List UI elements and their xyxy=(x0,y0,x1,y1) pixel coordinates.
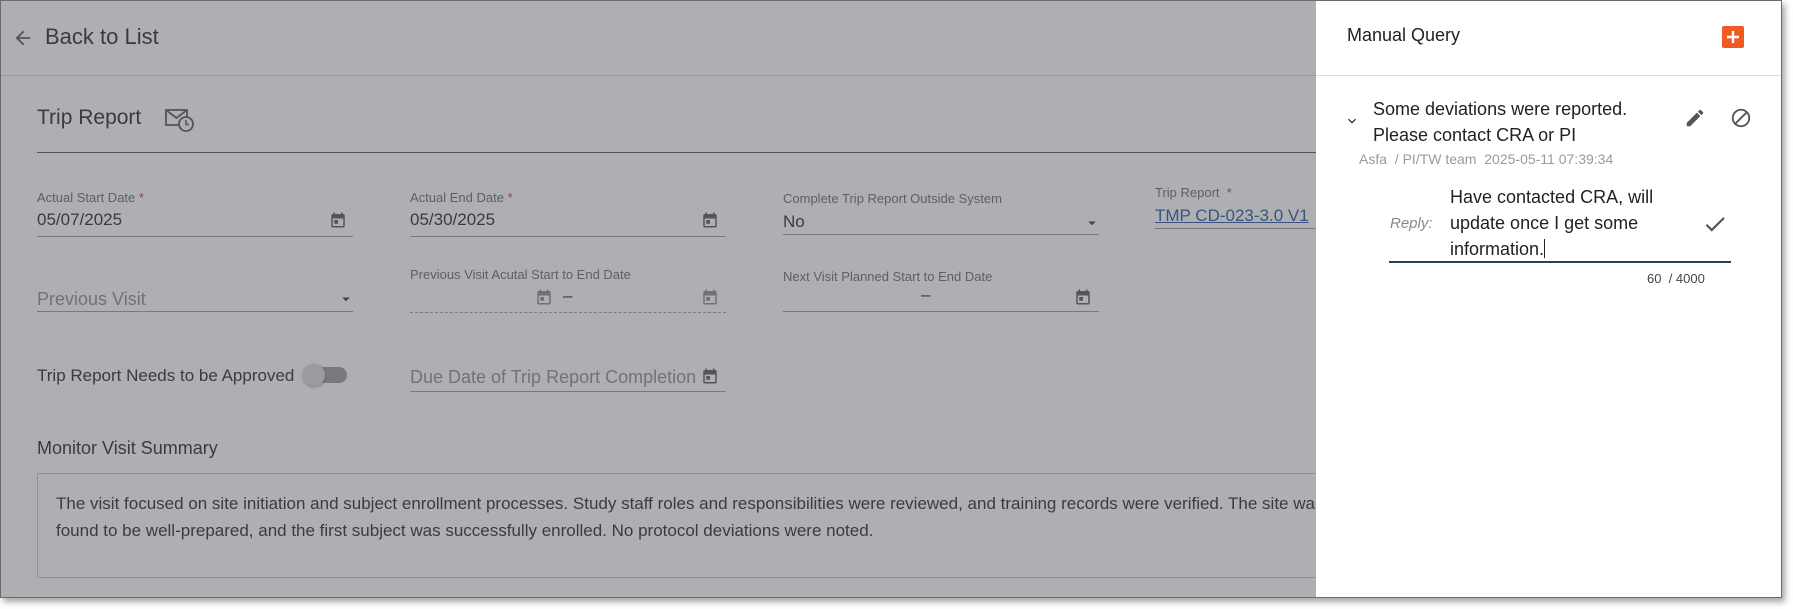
actual-end-field[interactable]: 05/30/2025 xyxy=(410,210,495,230)
next-visit-range-underline xyxy=(783,311,1099,312)
app-window: Back to List Trip Report Actual Start Da… xyxy=(0,0,1782,598)
mail-clock-icon[interactable] xyxy=(165,107,195,133)
calendar-icon xyxy=(703,289,717,305)
arrow-left-icon[interactable] xyxy=(12,27,34,49)
actual-end-underline xyxy=(410,236,726,237)
text-caret xyxy=(1544,239,1546,258)
actual-start-field[interactable]: 05/07/2025 xyxy=(37,210,122,230)
panel-header: Manual Query xyxy=(1316,1,1781,76)
calendar-icon[interactable] xyxy=(701,367,719,385)
prev-visit-range-separator: – xyxy=(563,286,573,305)
calendar-icon[interactable] xyxy=(1074,288,1092,306)
reply-underline xyxy=(1389,261,1731,263)
character-counter: 60 / 4000 xyxy=(1647,271,1705,286)
reply-text: Have contacted CRA, will update once I g… xyxy=(1450,187,1654,259)
prev-visit-range-underline xyxy=(410,312,726,313)
toggle-knob xyxy=(303,364,325,386)
next-visit-range-separator[interactable]: – xyxy=(921,285,930,305)
trip-report-file-link[interactable]: TMP CD-023-3.0 V1 xyxy=(1155,206,1309,226)
chevron-down-icon[interactable] xyxy=(1342,113,1362,129)
next-visit-range-label: Next Visit Planned Start to End Date xyxy=(783,269,993,284)
panel-title: Manual Query xyxy=(1347,25,1461,45)
outside-system-label: Complete Trip Report Outside System xyxy=(783,191,1002,206)
query-team: / PI/TW team xyxy=(1394,151,1477,167)
title-divider xyxy=(37,152,1317,153)
reply-label: Reply: xyxy=(1390,215,1433,232)
needs-approval-toggle[interactable] xyxy=(303,364,347,386)
trip-report-label: Trip Report * xyxy=(1155,185,1232,200)
actual-start-underline xyxy=(37,236,353,237)
reply-input[interactable]: Have contacted CRA, will update once I g… xyxy=(1450,184,1678,262)
query-timestamp: 2025-05-11 07:39:34 xyxy=(1484,151,1614,167)
summary-label: Monitor Visit Summary xyxy=(37,438,218,458)
check-icon[interactable] xyxy=(1702,211,1728,237)
plus-icon xyxy=(1727,31,1739,43)
query-author: Asfa xyxy=(1359,151,1388,167)
trip-report-underline xyxy=(1155,228,1317,229)
outside-system-underline xyxy=(783,234,1099,235)
query-text: Some deviations were reported. Please co… xyxy=(1373,99,1628,145)
prev-visit-range-label: Previous Visit Acutal Start to End Date xyxy=(410,267,631,282)
actual-end-label: Actual End Date * xyxy=(410,190,513,205)
calendar-icon[interactable] xyxy=(701,211,719,229)
cancel-icon[interactable] xyxy=(1730,107,1752,129)
add-query-button[interactable] xyxy=(1722,26,1744,48)
calendar-icon[interactable] xyxy=(329,211,347,229)
needs-approval-label: Trip Report Needs to be Approved xyxy=(37,366,295,385)
calendar-icon xyxy=(537,289,551,305)
page-title: Trip Report xyxy=(37,106,142,129)
actual-start-label: Actual Start Date * xyxy=(37,190,144,205)
caret-down-icon[interactable] xyxy=(337,290,355,308)
summary-textarea[interactable]: The visit focused on site initiation and… xyxy=(37,473,1337,578)
previous-visit-select[interactable]: Previous Visit xyxy=(37,289,146,310)
summary-text: The visit focused on site initiation and… xyxy=(56,494,1324,540)
previous-visit-underline xyxy=(37,311,353,312)
back-to-list-link[interactable]: Back to List xyxy=(45,24,159,50)
manual-query-panel: Manual Query Some deviations were report… xyxy=(1316,1,1781,597)
outside-system-select[interactable]: No xyxy=(783,212,805,232)
due-date-field[interactable]: Due Date of Trip Report Completion xyxy=(410,367,696,388)
query-meta: Asfa / PI/TW team 2025-05-11 07:39:34 xyxy=(1359,151,1613,167)
caret-down-icon[interactable] xyxy=(1083,214,1101,232)
due-date-underline xyxy=(410,391,726,392)
pencil-icon[interactable] xyxy=(1684,107,1706,129)
